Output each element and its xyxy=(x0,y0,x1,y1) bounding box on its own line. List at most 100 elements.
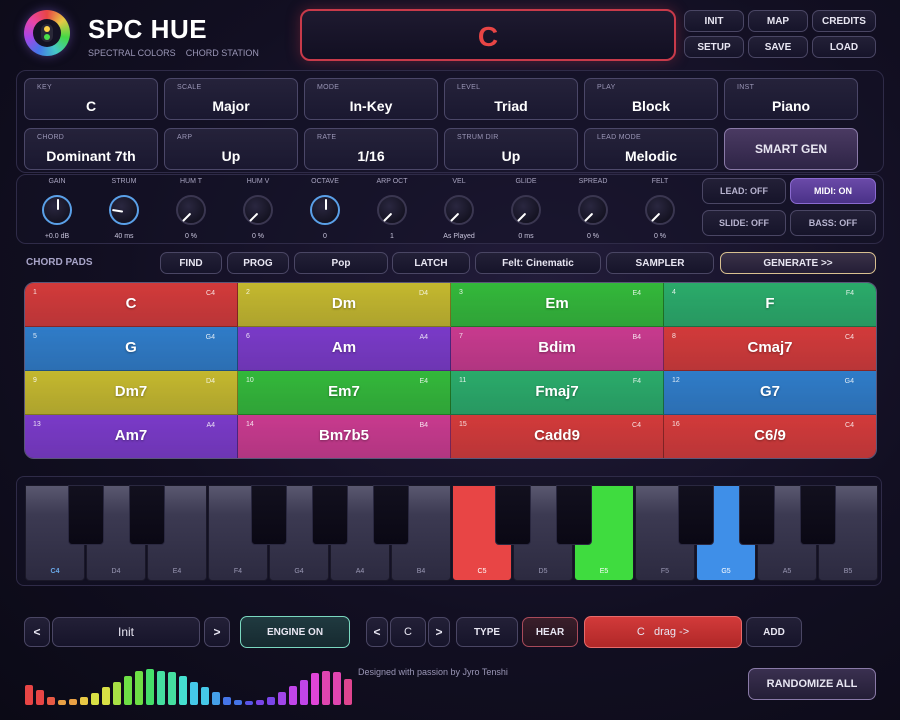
hear-button[interactable]: HEAR xyxy=(522,617,578,647)
knob-dial[interactable] xyxy=(645,195,675,225)
knob-glide[interactable]: GLIDE 0 ms xyxy=(494,178,558,242)
key-label: F5 xyxy=(660,568,670,575)
meter-bar xyxy=(135,671,143,705)
selector-value: Piano xyxy=(771,98,811,114)
slide-toggle[interactable]: SLIDE: OFF xyxy=(702,210,786,236)
generate-button[interactable]: GENERATE >> xyxy=(720,252,876,274)
piano-black-key[interactable] xyxy=(678,485,714,545)
inst-selector[interactable]: INST Piano xyxy=(724,78,858,120)
chord-pad[interactable]: 4 F4 F xyxy=(664,283,876,327)
knob-dial[interactable] xyxy=(578,195,608,225)
meter-bar xyxy=(223,697,231,705)
selector-value: Melodic xyxy=(624,148,678,164)
pad-chord: Em xyxy=(545,295,569,312)
randomize-all-button[interactable]: RANDOMIZE ALL xyxy=(748,668,876,700)
knob-dial[interactable] xyxy=(377,195,407,225)
pad-chord: Bdim xyxy=(538,339,576,356)
meter-bar xyxy=(113,682,121,705)
selector-label: STRUM DIR xyxy=(457,134,499,141)
meter-bar xyxy=(278,692,286,705)
selector-value: Up xyxy=(501,148,521,164)
chord-pad[interactable]: 11 F4 Fmaj7 xyxy=(451,371,664,415)
map-button[interactable]: MAP xyxy=(748,10,808,32)
felt-button[interactable]: Felt: Cinematic xyxy=(475,252,601,274)
knob-dial[interactable] xyxy=(444,195,474,225)
chord-pad[interactable]: 16 C4 C6/9 xyxy=(664,415,876,458)
type-button[interactable]: TYPE xyxy=(456,617,518,647)
key-label: A5 xyxy=(782,568,792,575)
meter-bar xyxy=(333,672,341,705)
lead-toggle[interactable]: LEAD: OFF xyxy=(702,178,786,204)
selector-value: Block xyxy=(631,98,671,114)
save-button[interactable]: SAVE xyxy=(748,36,808,58)
knob-spread[interactable]: SPREAD 0 % xyxy=(561,178,625,242)
selector-value: Triad xyxy=(494,98,528,114)
key-prev-button[interactable]: < xyxy=(366,617,388,647)
key-next-button[interactable]: > xyxy=(428,617,450,647)
selector-label: PLAY xyxy=(597,84,616,91)
chord-pad[interactable]: 15 C4 Cadd9 xyxy=(451,415,664,458)
knob-label: ARP OCT xyxy=(376,178,408,185)
smart-gen-button[interactable]: SMART GEN xyxy=(724,128,858,170)
key-label: G5 xyxy=(721,568,731,575)
meter-bar xyxy=(157,671,165,705)
lead-mode-selector[interactable]: LEAD MODE Melodic xyxy=(584,128,718,170)
knob-label: GLIDE xyxy=(515,178,537,185)
knob-vel[interactable]: VEL As Played xyxy=(427,178,491,242)
piano-black-key[interactable] xyxy=(800,485,836,545)
meter-bar xyxy=(234,700,242,705)
meter-bar xyxy=(124,676,132,705)
selector-label: LEAD MODE xyxy=(597,134,641,141)
meter-bar xyxy=(322,671,330,705)
chord-pad[interactable]: 3 E4 Em xyxy=(451,283,664,327)
key-label: B4 xyxy=(416,568,426,575)
add-button[interactable]: ADD xyxy=(746,617,802,647)
key-label: D5 xyxy=(538,568,548,575)
knob-dial[interactable] xyxy=(511,195,541,225)
piano-black-key[interactable] xyxy=(495,485,531,545)
midi-toggle[interactable]: MIDI: ON xyxy=(790,178,876,204)
piano-black-key[interactable] xyxy=(739,485,775,545)
chord-pad[interactable]: 7 B4 Bdim xyxy=(451,327,664,371)
meter-bar xyxy=(190,682,198,705)
chord-pad[interactable]: 12 G4 G7 xyxy=(664,371,876,415)
strum-dir-selector[interactable]: STRUM DIR Up xyxy=(444,128,578,170)
meter-bar xyxy=(289,686,297,705)
meter-bar xyxy=(47,697,55,705)
meter-bar xyxy=(212,692,220,705)
piano-black-key[interactable] xyxy=(373,485,409,545)
meter-bar xyxy=(344,679,352,705)
meter-bar xyxy=(311,673,319,705)
meter-bar xyxy=(58,700,66,705)
level-selector[interactable]: LEVEL Triad xyxy=(444,78,578,120)
knob-value: 0 ms xyxy=(518,233,534,240)
credits-button[interactable]: CREDITS xyxy=(812,10,876,32)
knob-arp-oct[interactable]: ARP OCT 1 xyxy=(360,178,424,242)
meter-bar xyxy=(69,699,77,705)
meter-bar xyxy=(245,701,253,705)
meter-bar xyxy=(267,697,275,705)
drag-chord-button[interactable]: C drag -> xyxy=(584,616,742,648)
knob-value: As Played xyxy=(443,233,475,240)
play-selector[interactable]: PLAY Block xyxy=(584,78,718,120)
latch-button[interactable]: LATCH xyxy=(392,252,470,274)
chord-pad[interactable]: 8 C4 Cmaj7 xyxy=(664,327,876,371)
meter-bar xyxy=(25,685,33,705)
meter-bar xyxy=(179,676,187,705)
knob-felt[interactable]: FELT 0 % xyxy=(628,178,692,242)
selector-label: INST xyxy=(737,84,755,91)
knob-value: 0 % xyxy=(586,233,600,240)
meter-bar xyxy=(168,672,176,705)
credit-text: Designed with passion by Jyro Tenshi xyxy=(358,667,508,677)
key-label: C5 xyxy=(477,568,487,575)
key-value: C xyxy=(390,617,426,647)
meter-bar xyxy=(256,700,264,705)
sampler-button[interactable]: SAMPLER xyxy=(606,252,714,274)
piano-black-key[interactable] xyxy=(556,485,592,545)
bass-toggle[interactable]: BASS: OFF xyxy=(790,210,876,236)
setup-button[interactable]: SETUP xyxy=(684,36,744,58)
selector-label: LEVEL xyxy=(457,84,481,91)
key-label: B5 xyxy=(843,568,853,575)
init-button[interactable]: INIT xyxy=(684,10,744,32)
load-button[interactable]: LOAD xyxy=(812,36,876,58)
